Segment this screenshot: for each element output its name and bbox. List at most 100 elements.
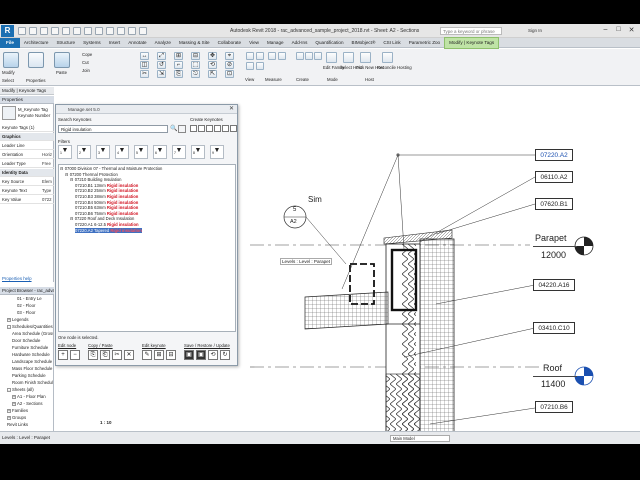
- parapet-level-label[interactable]: Parapet: [535, 233, 567, 243]
- tab-13[interactable]: BIMobject®: [348, 38, 380, 48]
- keynote-node[interactable]: 07210.B4 50mm Rigid insulation: [75, 200, 138, 205]
- keynote-node[interactable]: ⊟ 07200 Thermal Protection: [65, 172, 118, 177]
- dialog-title-bar[interactable]: Manage.set 5.0 ✕: [56, 105, 237, 114]
- keynote-node[interactable]: 07220.A2 Tapered Rigid insulation: [75, 227, 142, 233]
- tree-toggle-icon[interactable]: +: [7, 317, 11, 322]
- modify-tool-icon[interactable]: ⎘: [174, 70, 183, 78]
- dialog-action-icon[interactable]: ⊞: [154, 350, 164, 360]
- tab-0[interactable]: File: [0, 37, 20, 48]
- modify-tool-icon[interactable]: ⊡: [225, 70, 234, 78]
- save-icon[interactable]: [29, 27, 37, 35]
- modify-tool-icon[interactable]: ⬚: [191, 61, 200, 69]
- close-icon[interactable]: ✕: [627, 26, 636, 34]
- tab-11[interactable]: Add-Ins: [288, 38, 312, 48]
- browser-item[interactable]: Parking Schedule: [12, 373, 46, 379]
- measure-tool-icon[interactable]: [278, 52, 286, 60]
- property-value[interactable]: Horiz: [42, 151, 52, 159]
- section-sheet[interactable]: A2: [290, 219, 297, 225]
- sim-label[interactable]: Sim: [308, 195, 322, 204]
- measure-icon[interactable]: [73, 27, 81, 35]
- dialog-action-icon[interactable]: ⟲: [208, 350, 218, 360]
- modify-button[interactable]: [3, 52, 19, 68]
- browser-item[interactable]: 02 - Floor: [17, 303, 35, 309]
- modify-tool-icon[interactable]: ⌖: [225, 52, 234, 60]
- pick-new-host-icon[interactable]: [360, 52, 371, 63]
- dialog-action-icon[interactable]: ⊟: [166, 350, 176, 360]
- keynote-node[interactable]: 07210.B5 63mm Rigid insulation: [75, 205, 138, 210]
- create-keynote-icon[interactable]: [230, 125, 237, 132]
- tab-10[interactable]: Manage: [263, 38, 288, 48]
- browser-item[interactable]: Hardware Schedule: [12, 352, 50, 358]
- dialog-action-icon[interactable]: ⎗: [100, 350, 110, 360]
- view-tool-icon[interactable]: [246, 52, 254, 60]
- sign-in-link[interactable]: Sign In: [528, 28, 542, 33]
- tab-8[interactable]: Collaborate: [214, 38, 246, 48]
- tab-6[interactable]: Analyze: [151, 38, 175, 48]
- dialog-action-icon[interactable]: −: [70, 350, 80, 360]
- keynote-search-input[interactable]: Rigid insulation: [58, 125, 168, 133]
- keynote-node[interactable]: ⊟ 07000 Division 07 - Thermal and Moistu…: [60, 166, 162, 171]
- keynote-node[interactable]: 07210.B1 13mm Rigid insulation: [75, 183, 138, 188]
- property-row[interactable]: Orientation Horiz: [0, 151, 54, 159]
- filter-button[interactable]: ▼ 7: [172, 145, 186, 159]
- browser-item[interactable]: Landscape Schedule: [12, 359, 52, 365]
- dialog-action-icon[interactable]: ✕: [124, 350, 134, 360]
- filter-button[interactable]: ▼ 2: [77, 145, 91, 159]
- create-tool-icon[interactable]: [305, 52, 313, 60]
- properties-help-link[interactable]: Properties help: [0, 276, 32, 281]
- tab-7[interactable]: Massing & Site: [175, 38, 214, 48]
- tree-toggle-icon[interactable]: +: [12, 401, 16, 406]
- close-hidden-icon[interactable]: [139, 27, 147, 35]
- view-tool-icon[interactable]: [256, 62, 264, 70]
- parapet-elevation[interactable]: 12000: [541, 250, 566, 260]
- filter-button[interactable]: ▼ 5: [134, 145, 148, 159]
- design-option-select[interactable]: Main Model: [390, 435, 450, 442]
- browser-item[interactable]: 01 - Entry Le: [17, 296, 42, 302]
- redo-icon[interactable]: [51, 27, 59, 35]
- cut-button[interactable]: Cut: [82, 60, 89, 65]
- property-row[interactable]: Identity Data: [0, 169, 54, 177]
- create-keynote-icon[interactable]: [198, 125, 205, 132]
- property-row[interactable]: Leader Type Free: [0, 160, 54, 168]
- parapet-level-head[interactable]: [574, 236, 594, 256]
- paste-button[interactable]: [54, 52, 70, 68]
- measure-tool-icon[interactable]: [268, 52, 276, 60]
- create-keynote-icon[interactable]: [214, 125, 221, 132]
- keynote-tree[interactable]: ⊟ 07000 Division 07 - Thermal and Moistu…: [58, 164, 236, 332]
- property-row[interactable]: Leader Line: [0, 142, 54, 150]
- browser-item[interactable]: Mass Floor Schedule: [12, 366, 52, 372]
- reconcile-hosting-icon[interactable]: [382, 52, 393, 63]
- browser-item[interactable]: 03 - Floor: [17, 310, 35, 316]
- view-tool-icon[interactable]: [246, 62, 254, 70]
- reconcile-hosting-button[interactable]: Reconcile Hosting: [377, 65, 412, 70]
- modify-tool-icon[interactable]: ⊘: [225, 61, 234, 69]
- browser-item[interactable]: + Groups: [7, 415, 26, 421]
- dialog-action-icon[interactable]: ▣: [196, 350, 206, 360]
- filter-button[interactable]: ▼ 8: [191, 145, 205, 159]
- property-row[interactable]: Key Source Elem: [0, 178, 54, 186]
- roof-elevation[interactable]: 11400: [541, 379, 565, 389]
- section-icon[interactable]: [117, 27, 125, 35]
- tab-12[interactable]: Quantification: [311, 38, 347, 48]
- modify-tool-icon[interactable]: ↺: [157, 61, 166, 69]
- search-icon[interactable]: 🔍: [170, 125, 177, 132]
- create-tool-icon[interactable]: [314, 52, 322, 60]
- property-value[interactable]: Elem: [42, 178, 52, 186]
- tag-icon[interactable]: [84, 27, 92, 35]
- open-icon[interactable]: [18, 27, 26, 35]
- keynote-node[interactable]: 07210.B2 25mm Rigid insulation: [75, 188, 138, 193]
- roof-level-label[interactable]: Roof: [543, 363, 562, 373]
- tree-toggle-icon[interactable]: -: [7, 387, 11, 392]
- edit-family-icon[interactable]: [326, 52, 337, 63]
- keynote-tag[interactable]: 07210.B6: [535, 401, 573, 413]
- keynote-tag[interactable]: 03410.C10: [533, 322, 575, 334]
- filter-button[interactable]: ▼ 3: [96, 145, 110, 159]
- text-icon[interactable]: [95, 27, 103, 35]
- browser-item[interactable]: Room Finish Schedule: [12, 380, 53, 386]
- dialog-close-icon[interactable]: ✕: [229, 105, 234, 114]
- dialog-action-icon[interactable]: +: [58, 350, 68, 360]
- property-row[interactable]: Graphics: [0, 133, 54, 141]
- dialog-action-icon[interactable]: ✎: [142, 350, 152, 360]
- properties-button[interactable]: [28, 52, 44, 68]
- cope-button[interactable]: Cope: [82, 52, 92, 57]
